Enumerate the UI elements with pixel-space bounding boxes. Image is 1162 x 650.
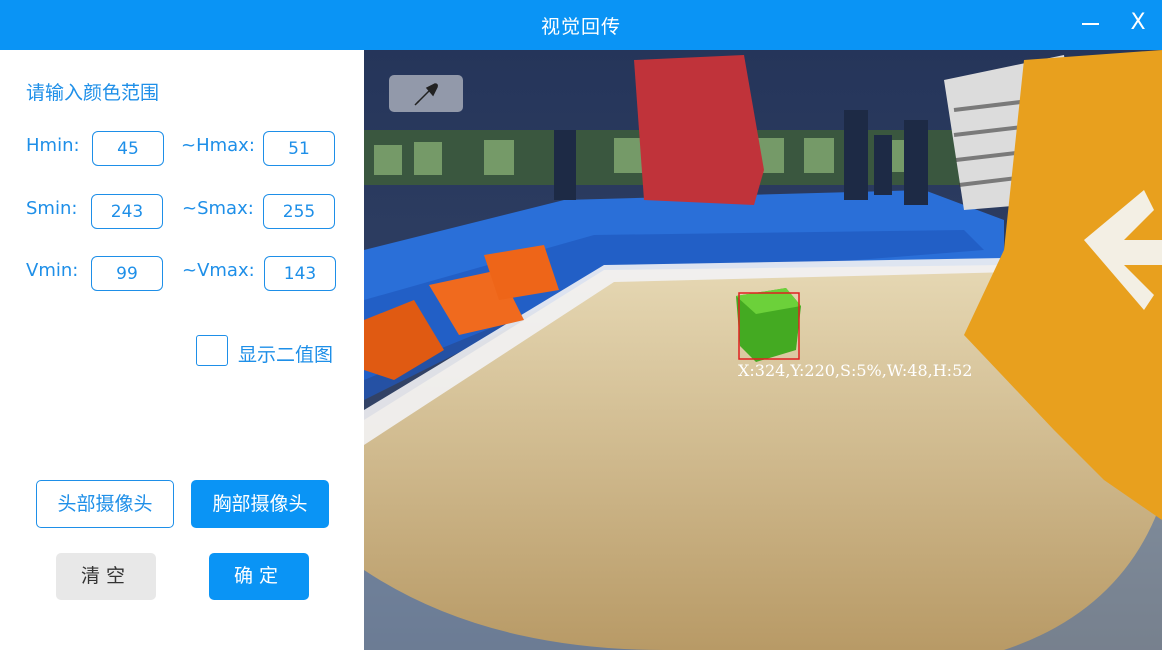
smin-label: Smin: xyxy=(26,198,78,219)
close-button[interactable]: X xyxy=(1123,10,1153,40)
color-range-panel: 请输入颜色范围 Hmin: 45 ~Hmax: 51 Smin: 243 ~Sm… xyxy=(0,50,364,650)
color-range-heading: 请输入颜色范围 xyxy=(26,82,160,104)
detection-readout: X:324,Y:220,S:5%,W:48,H:52 xyxy=(738,361,973,380)
vmax-label: ~Vmax: xyxy=(182,260,255,281)
window-title: 视觉回传 xyxy=(540,16,621,38)
minimize-button[interactable] xyxy=(1075,10,1105,40)
hmin-label: Hmin: xyxy=(26,135,80,156)
vmin-input[interactable]: 99 xyxy=(91,256,163,291)
vmin-label: Vmin: xyxy=(26,260,79,281)
smax-input[interactable]: 255 xyxy=(263,194,335,229)
hmax-label: ~Hmax: xyxy=(181,135,255,156)
hmin-input[interactable]: 45 xyxy=(92,131,164,166)
camera-image xyxy=(364,50,1162,650)
smax-label: ~Smax: xyxy=(182,198,254,219)
hmax-input[interactable]: 51 xyxy=(263,131,335,166)
binary-image-checkbox[interactable] xyxy=(196,335,228,366)
eyedropper-icon xyxy=(414,83,438,106)
title-bar: 视觉回传 X xyxy=(0,0,1162,50)
binary-image-label[interactable]: 显示二值图 xyxy=(238,340,333,367)
minimize-icon xyxy=(1082,23,1099,25)
color-picker-button[interactable] xyxy=(389,75,463,112)
smin-input[interactable]: 243 xyxy=(91,194,163,229)
chest-camera-button[interactable]: 胸部摄像头 xyxy=(191,480,329,528)
person xyxy=(634,55,764,205)
clear-button[interactable]: 清空 xyxy=(56,553,156,600)
confirm-button[interactable]: 确定 xyxy=(209,553,309,600)
camera-feed[interactable]: X:324,Y:220,S:5%,W:48,H:52 xyxy=(364,50,1162,650)
head-camera-button[interactable]: 头部摄像头 xyxy=(36,480,174,528)
vmax-input[interactable]: 143 xyxy=(264,256,336,291)
